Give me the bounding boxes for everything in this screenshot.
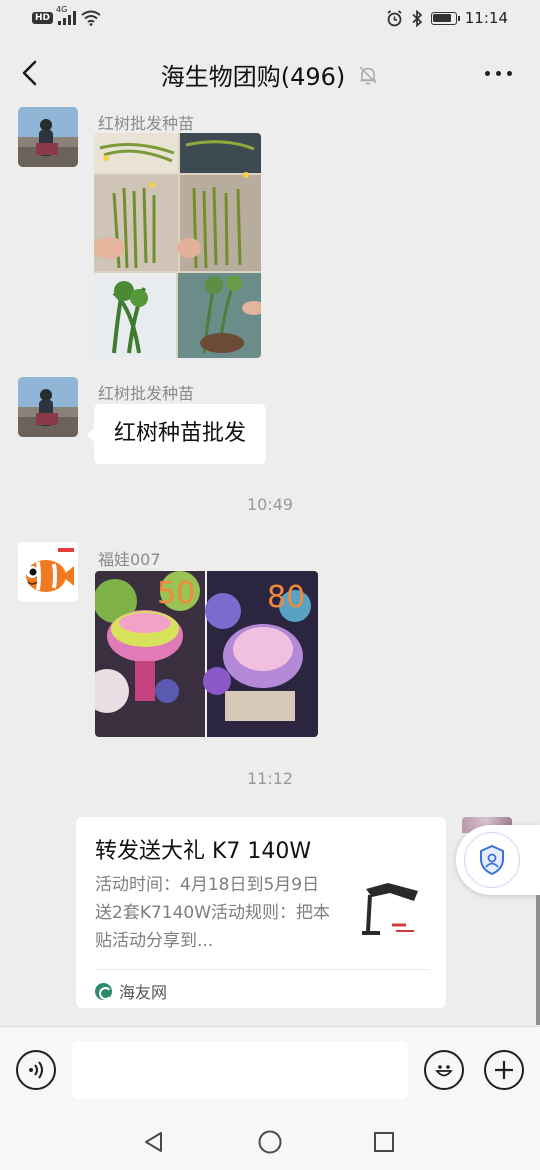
- system-nav-bar: [0, 1116, 540, 1170]
- emoji-button[interactable]: [424, 1050, 464, 1090]
- more-icon[interactable]: [485, 71, 512, 76]
- alarm-icon: [387, 9, 402, 26]
- wifi-icon: [81, 10, 101, 26]
- message-timestamp: 10:49: [246, 495, 294, 514]
- nav-home-button[interactable]: [257, 1129, 283, 1155]
- plus-icon: [495, 1061, 513, 1079]
- shield-icon: [480, 844, 504, 876]
- emoji-icon: [435, 1065, 453, 1077]
- status-bar: HD 4G 11:14: [0, 0, 540, 40]
- share-card[interactable]: 转发送大礼 K7 140W 活动时间：4月18日到5月9日送2套K7140W活动…: [76, 817, 446, 1008]
- sender-name: 红树批发种苗: [98, 114, 195, 133]
- scrollbar[interactable]: [536, 895, 540, 1025]
- voice-icon: [29, 1061, 43, 1079]
- nav-back-button[interactable]: [141, 1129, 167, 1155]
- avatar[interactable]: [18, 107, 78, 167]
- mute-bell-icon: [359, 65, 377, 84]
- divider: [95, 969, 430, 970]
- plus-button[interactable]: [484, 1050, 524, 1090]
- avatar[interactable]: [18, 542, 78, 602]
- card-source: 海友网: [95, 979, 167, 1003]
- nav-back-icon: [145, 1132, 162, 1152]
- input-bar: [0, 1026, 540, 1116]
- card-title: 转发送大礼 K7 140W: [95, 839, 312, 864]
- sender-name: 福娃007: [98, 550, 161, 569]
- voice-button[interactable]: [16, 1050, 56, 1090]
- network-type: 4G: [56, 5, 68, 14]
- message-image[interactable]: [94, 133, 261, 358]
- avatar[interactable]: [18, 377, 78, 437]
- source-logo-icon: [95, 982, 112, 1000]
- sender-name: 红树批发种苗: [98, 384, 195, 403]
- price-overlay-right: 80: [267, 580, 305, 615]
- page-title: 海生物团购(496): [160, 63, 346, 91]
- source-name: 海友网: [119, 983, 168, 1002]
- message-image[interactable]: 50 80: [95, 571, 318, 737]
- nav-recents-button[interactable]: [371, 1129, 397, 1155]
- message-bubble[interactable]: 红树种苗批发: [86, 404, 267, 464]
- bluetooth-icon: [412, 9, 423, 27]
- floating-shield-button[interactable]: [456, 825, 540, 895]
- battery-icon: [430, 11, 460, 25]
- nav-home-icon: [258, 1130, 282, 1154]
- chat-header: 海生物团购(496): [0, 40, 540, 106]
- price-overlay-left: 50: [157, 576, 195, 611]
- message-timestamp: 11:12: [246, 769, 294, 788]
- hd-badge: HD: [32, 12, 54, 24]
- nav-recents-icon: [374, 1132, 394, 1152]
- clock: 11:14: [464, 9, 508, 27]
- card-description: 活动时间：4月18日到5月9日送2套K7140W活动规则：把本贴活动分享到...: [95, 875, 331, 951]
- card-thumbnail: [358, 879, 424, 945]
- signal-icon: 4G: [56, 5, 77, 25]
- message-input[interactable]: [72, 1041, 408, 1099]
